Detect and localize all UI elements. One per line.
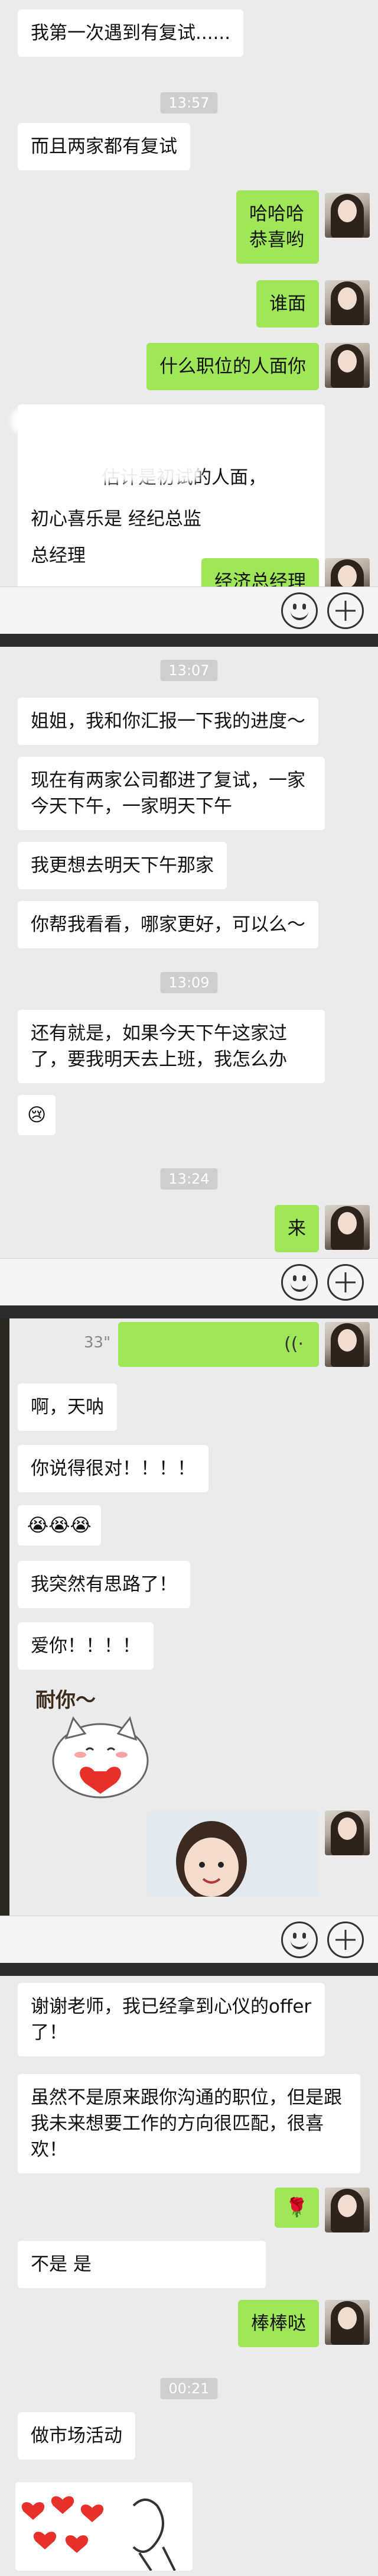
cat-heart-sticker[interactable]: 耐你～ [30,1684,165,1802]
user-avatar[interactable] [325,1205,370,1250]
screenshot-divider [0,1963,378,1976]
message-incoming[interactable]: 我突然有思路了！ [18,1561,190,1608]
message-incoming[interactable]: 姐姐，我和你汇报一下我的进度～ [18,698,318,745]
voice-wave-icon: ((· [284,1334,304,1355]
message-outgoing[interactable]: 什么职位的人面你 [146,343,319,390]
redaction-blur [230,409,301,432]
message-incoming[interactable]: 做市场活动 [18,2412,135,2460]
long-chat-screenshot: 我第一次遇到有复试...... 13:57 而且两家都有复试 哈哈哈 恭喜哟 谁… [0,0,378,2576]
emoji-button[interactable] [281,1264,318,1301]
message-outgoing[interactable]: 棒棒哒 [238,2300,319,2347]
message-outgoing[interactable]: 来 [275,1205,319,1252]
message-incoming[interactable]: 现在有两家公司都进了复试，一家今天下午，一家明天下午 [18,757,325,830]
user-avatar[interactable] [325,2300,370,2345]
child-photo[interactable] [146,1810,319,1897]
user-avatar[interactable] [325,1322,370,1367]
input-toolbar [0,587,378,634]
left-edge-strip [0,1318,9,1963]
user-avatar[interactable] [325,193,370,238]
hearts-illustration [21,2496,176,2571]
input-toolbar [0,1916,378,1963]
message-incoming[interactable]: 我更想去明天下午那家 [18,842,227,889]
redaction-blur [94,2247,248,2282]
message-incoming[interactable]: 虽然不是原来跟你沟通的职位，但是跟我未来想要工作的方向很匹配，很喜欢！ [18,2074,360,2173]
more-plus-button[interactable] [327,592,364,629]
user-avatar[interactable] [325,343,370,388]
cat-illustration [52,1716,149,1799]
message-incoming[interactable]: 😢 [18,1095,56,1135]
message-outgoing[interactable]: 谁面 [256,280,319,328]
user-avatar[interactable] [325,280,370,325]
timestamp: 00:21 [160,2378,218,2399]
timestamp: 13:57 [160,92,218,114]
screenshot-divider [0,634,378,647]
hearts-sticker[interactable] [15,2482,193,2571]
emoji-button[interactable] [281,1922,318,1958]
message-incoming[interactable]: 你帮我看看，哪家更好，可以么～ [18,901,318,948]
timestamp: 13:07 [160,660,218,681]
message-incoming[interactable]: 我第一次遇到有复试...... [18,9,244,57]
message-incoming[interactable]: 爱你！！！！ [18,1622,154,1670]
more-plus-button[interactable] [327,1922,364,1958]
message-incoming[interactable]: 谢谢老师，我已经拿到心仪的offer了！ [18,1983,325,2056]
chat-panel-1: 我第一次遇到有复试...... 13:57 而且两家都有复试 哈哈哈 恭喜哟 谁… [0,0,378,634]
message-outgoing[interactable]: 🌹 [275,2188,319,2228]
input-toolbar [0,1258,378,1305]
user-avatar[interactable] [325,1810,370,1855]
message-incoming[interactable]: 而且两家都有复试 [18,123,190,170]
message-outgoing[interactable]: 哈哈哈 恭喜哟 [236,190,319,264]
more-plus-button[interactable] [327,1264,364,1301]
chat-panel-2: 13:07 姐姐，我和你汇报一下我的进度～ 现在有两家公司都进了复试，一家今天下… [0,647,378,1305]
emoji-button[interactable] [281,592,318,629]
message-incoming[interactable]: 啊，天呐 [18,1383,117,1431]
message-incoming[interactable]: 还有就是，如果今天下午这家过了，要我明天去上班，我怎么办 [18,1010,325,1083]
voice-duration: 33" [84,1334,111,1352]
timestamp: 13:09 [160,972,218,993]
message-incoming[interactable]: 😭😭😭 [18,1505,101,1545]
user-avatar[interactable] [325,2188,370,2232]
chat-panel-4: 谢谢老师，我已经拿到心仪的offer了！ 虽然不是原来跟你沟通的职位，但是跟我未… [0,1976,378,2576]
photo-content [146,1810,319,1897]
voice-message[interactable]: ((· [118,1322,319,1367]
message-incoming[interactable]: 你说得很对！！！！ [18,1445,208,1492]
message-incoming[interactable]: 初心喜乐是 经纪总监 [18,495,214,543]
timestamp: 13:24 [160,1168,218,1190]
redaction-blur [71,461,201,482]
screenshot-divider [0,1305,378,1318]
chat-panel-3: 33" ((· 啊，天呐 你说得很对！！！！ 😭😭😭 我突然有思路了！ 爱你！！… [0,1318,378,1963]
redaction-blur [11,408,99,434]
